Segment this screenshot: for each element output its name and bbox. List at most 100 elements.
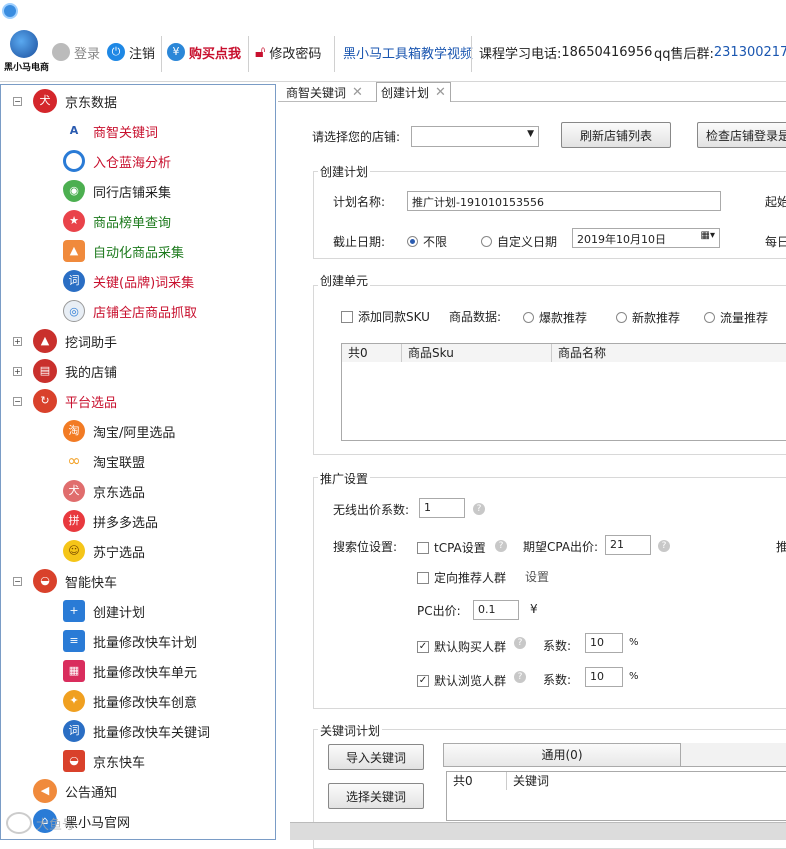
tutorial-label: 黑小马工具箱教学视频 [343,46,474,62]
radio-new[interactable]: 新款推荐 [616,309,680,326]
horse-logo-icon [10,30,38,58]
clipboard-add-icon: + [63,600,85,622]
user-icon [52,43,70,61]
tree-node-my-shop[interactable]: ▤ 我的店铺 [33,358,117,384]
radio-traffic[interactable]: 流量推荐 [704,309,768,326]
tab-shangzhi-keywords[interactable]: 商智关键词 ✕ [282,82,367,102]
settings-link[interactable]: 设置 [525,568,549,585]
tree-item-peer-shop-collect[interactable]: ◉ 同行店铺采集 [63,178,171,204]
logo-text: 黑小马电商 [4,63,50,73]
express-car-icon: ◒ [63,750,85,772]
checkbox-box [417,571,429,584]
help-icon[interactable]: ? [473,503,485,515]
end-date-label: 截止日期: [333,235,386,249]
tree-item-label: 商品榜单查询 [93,215,172,231]
keyword-group-title: 关键词计划 [318,722,383,739]
wireless-input[interactable]: 1 [419,498,465,518]
checkbox-box [417,541,429,554]
tree-item-batch-plan[interactable]: ≡ 批量修改快车计划 [63,628,197,654]
expand-toggle[interactable]: + [13,367,22,376]
sku-grid[interactable]: 共0 商品Sku 商品名称 [341,343,786,441]
tree-item-taobao-union[interactable]: ∞ 淘宝联盟 [63,448,145,474]
buyer-coef-input[interactable]: 10 [585,633,623,653]
tree-node-jd-data[interactable]: 犬 京东数据 [33,88,117,114]
truncated-label: 推 [776,540,786,554]
target-icon [63,150,85,172]
radio-unlimited[interactable]: 不限 [407,233,447,250]
checkbox-box: ✓ [417,640,429,653]
collapse-toggle[interactable]: − [13,577,22,586]
radio-label: 爆款推荐 [539,311,588,325]
tree-item-product-ranking[interactable]: ★ 商品榜单查询 [63,208,171,234]
close-icon[interactable]: ✕ [435,85,446,100]
tree-item-jd-express[interactable]: ◒ 京东快车 [63,748,145,774]
mountain-icon: ▲ [33,329,57,353]
tree-item-batch-creative[interactable]: ✦ 批量修改快车创意 [63,688,197,714]
tree-item-batch-unit[interactable]: ▦ 批量修改快车单元 [63,658,197,684]
horizontal-scrollbar[interactable] [290,822,786,840]
tree-item-shangzhi-keywords[interactable]: A 商智关键词 [63,118,158,144]
browse-crowd-checkbox[interactable]: ✓ 默认浏览人群 [417,672,506,689]
tree-node-platform-selection[interactable]: ↻ 平台选品 [33,388,117,414]
tree-item-warehouse-analysis[interactable]: 入仓蓝海分析 [63,148,171,174]
plan-name-input[interactable]: 推广计划-191010153556 [407,191,721,211]
logout-button[interactable]: ⏻ 注销 [107,40,155,64]
import-keywords-button[interactable]: 导入关键词 [328,744,424,770]
tree-item-suning-selection[interactable]: ☺ 苏宁选品 [63,538,145,564]
tree-item-shop-product-crawl[interactable]: ◎ 店铺全店商品抓取 [63,298,197,324]
collapse-toggle[interactable]: − [13,97,22,106]
divider [248,36,249,72]
tree-node-keyword-helper[interactable]: ▲ 挖词助手 [33,328,117,354]
close-icon[interactable]: ✕ [352,85,363,100]
keyword-grid[interactable]: 共0 关键词 [446,771,786,821]
buy-button[interactable]: ¥ 购买点我 [167,40,241,64]
expand-toggle[interactable]: + [13,337,22,346]
date-picker[interactable]: 2019年10月10日 ▦▾ [572,228,720,248]
word-icon: 词 [63,270,85,292]
shop-select[interactable]: ▼ [411,126,539,147]
list-icon: ≡ [63,630,85,652]
qq-number: 231300217 [713,44,786,60]
globe-icon: ◎ [63,300,85,322]
tree-item-jd-selection[interactable]: 犬 京东选品 [63,478,145,504]
plan-name-label: 计划名称: [333,195,386,209]
pc-bid-input[interactable]: 0.1 [473,600,519,620]
login-button[interactable]: 登录 [52,40,100,64]
tree-node-announcements[interactable]: ◀ 公告通知 [33,778,117,804]
collapse-toggle[interactable]: − [13,397,22,406]
help-icon[interactable]: ? [514,671,526,683]
infinity-icon: ∞ [67,451,81,470]
tcpa-checkbox[interactable]: tCPA设置 [417,539,486,556]
tree-item-taobao-selection[interactable]: 淘 淘宝/阿里选品 [63,418,175,444]
keyword-tab-general[interactable]: 通用(0) [443,743,681,767]
radio-custom-date[interactable]: 自定义日期 [481,233,557,250]
phone-label: 课程学习电话: [479,46,562,62]
tree-item-label: 同行店铺采集 [93,185,172,201]
radio-hot[interactable]: 爆款推荐 [523,309,587,326]
tree-item-create-plan[interactable]: + 创建计划 [63,598,145,624]
suning-lion-icon: ☺ [63,540,85,562]
tree-node-smart-express[interactable]: ◒ 智能快车 [33,568,117,594]
select-keywords-button[interactable]: 选择关键词 [328,783,424,809]
change-password-button[interactable]: 🔓︎ 修改密码 [255,40,321,64]
tree-item-label: 淘宝联盟 [93,455,146,471]
refresh-shop-button[interactable]: 刷新店铺列表 [561,122,671,148]
tree-item-pdd-selection[interactable]: 拼 拼多多选品 [63,508,158,534]
tree-item-brand-keywords[interactable]: 词 关键(品牌)词采集 [63,268,194,294]
buyer-crowd-checkbox[interactable]: ✓ 默认购买人群 [417,638,506,655]
targeted-checkbox[interactable]: 定向推荐人群 [417,569,506,586]
tree-item-batch-keywords[interactable]: 词 批量修改快车关键词 [63,718,210,744]
add-sku-checkbox[interactable]: 添加同款SKU [341,308,430,325]
tree-item-auto-collect[interactable]: ▲ 自动化商品采集 [63,238,184,264]
tutorial-link[interactable]: 黑小马工具箱教学视频 [343,40,473,64]
help-icon[interactable]: ? [658,540,670,552]
daily-label: 每日 [765,235,786,249]
help-icon[interactable]: ? [495,540,507,552]
cpa-input[interactable]: 21 [605,535,651,555]
tab-create-plan[interactable]: 创建计划 ✕ [376,82,451,102]
browse-coef-input[interactable]: 10 [585,667,623,687]
coef-label: 系数: [543,673,572,687]
help-icon[interactable]: ? [514,637,526,649]
word-icon: 词 [63,720,85,742]
check-login-button[interactable]: 检查店铺登录是 [697,122,786,148]
